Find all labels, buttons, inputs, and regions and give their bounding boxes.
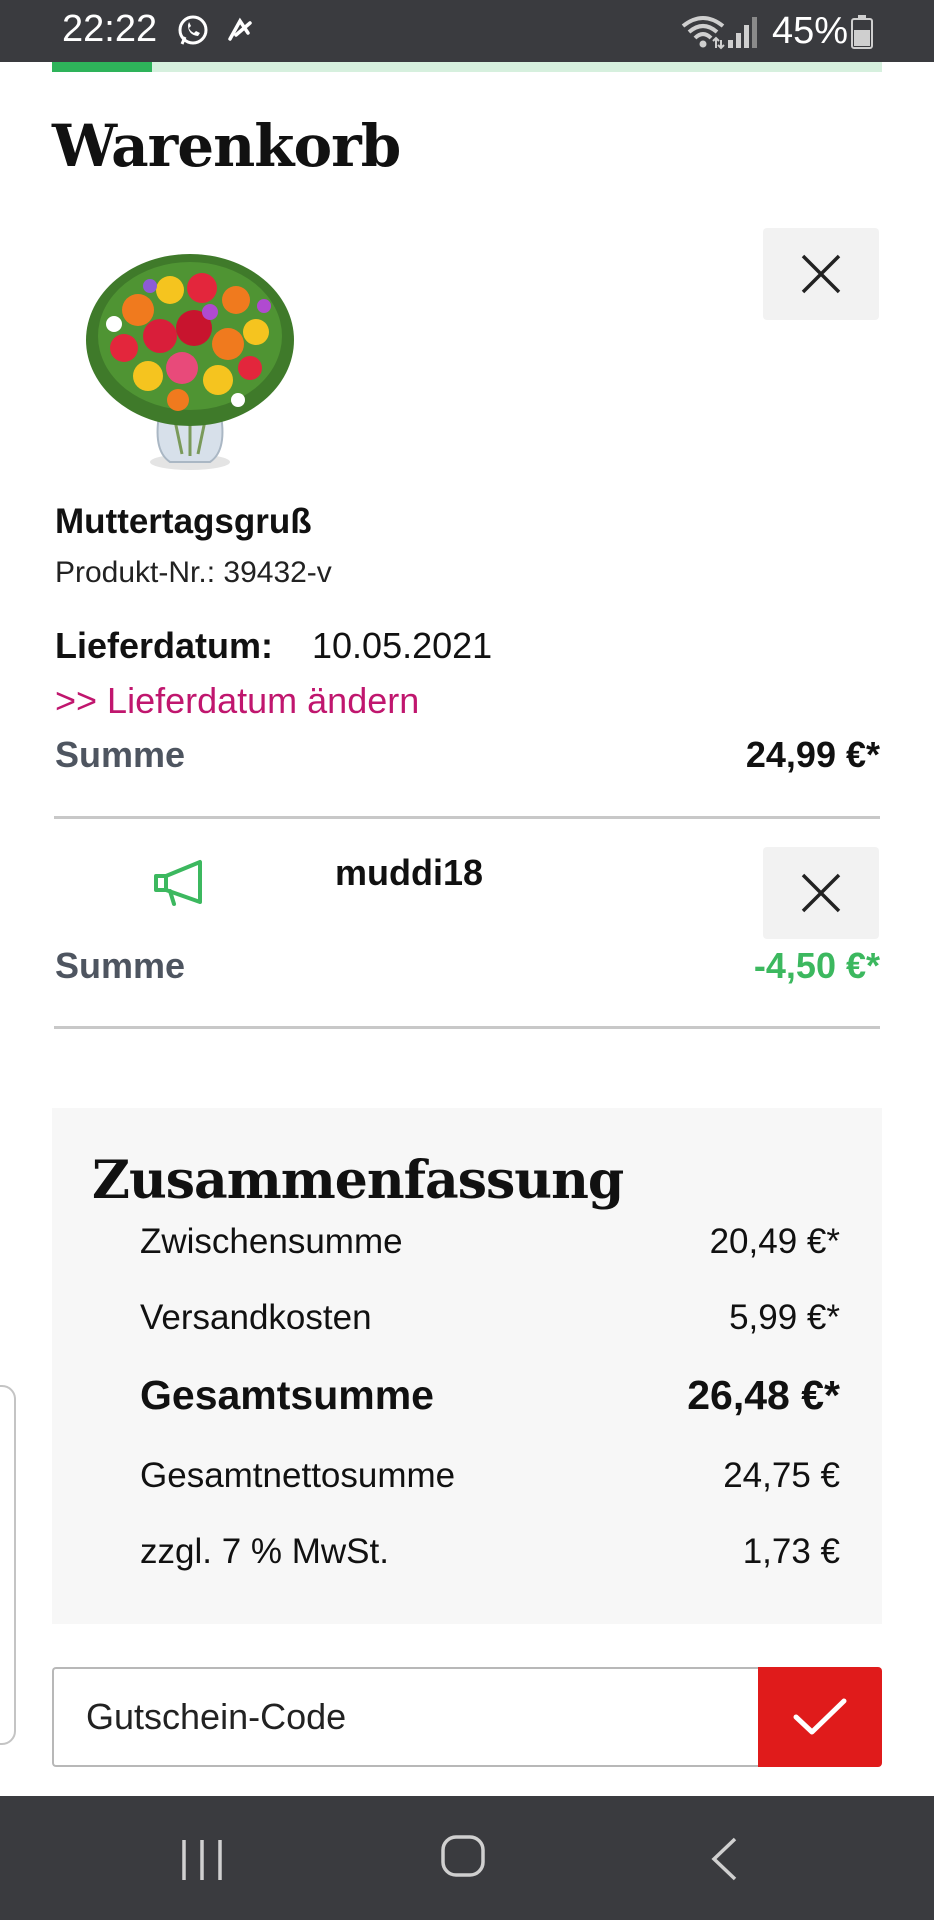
status-bar: 22:22 45%: [0, 0, 934, 62]
side-panel-handle[interactable]: [0, 1385, 16, 1745]
remove-item-button[interactable]: [763, 228, 879, 320]
checkmark-icon: [793, 1698, 847, 1735]
voucher-sum-value: -4,50 €*: [753, 945, 880, 986]
wifi-icon: [681, 16, 725, 50]
vat-value: 1,73 €: [742, 1532, 840, 1571]
whatsapp-icon: [178, 15, 208, 45]
order-summary: Zusammenfassung Zwischensumme 20,49 €* V…: [52, 1108, 882, 1624]
product-number: Produkt-Nr.: 39432-v: [55, 556, 332, 589]
voucher-code: muddi18: [335, 852, 484, 893]
signal-app-icon: [228, 17, 252, 41]
recent-apps-icon[interactable]: [180, 1838, 224, 1882]
checkout-progress-bar: [52, 62, 882, 72]
coupon-form: [52, 1667, 882, 1767]
remove-voucher-button[interactable]: [763, 847, 879, 939]
product-image-bouquet[interactable]: [78, 240, 302, 476]
divider: [54, 816, 880, 819]
apply-coupon-button[interactable]: [758, 1667, 882, 1767]
shipping-label: Versandkosten: [140, 1298, 372, 1337]
megaphone-icon: [154, 860, 212, 906]
close-icon: [801, 873, 841, 913]
shipping-value: 5,99 €*: [729, 1298, 840, 1337]
page-title: Warenkorb: [52, 112, 401, 180]
vat-label: zzgl. 7 % MwSt.: [140, 1532, 389, 1571]
total-value: 26,48 €*: [687, 1372, 840, 1418]
product-name[interactable]: Muttertagsgruß: [55, 502, 312, 542]
home-icon[interactable]: [440, 1832, 486, 1880]
system-nav-bar: [0, 1796, 934, 1920]
progress-fill: [52, 62, 152, 72]
divider: [54, 1026, 880, 1029]
delivery-date-value: 10.05.2021: [312, 625, 493, 666]
subtotal-value: 20,49 €*: [709, 1222, 840, 1261]
status-time: 22:22: [62, 8, 158, 50]
cell-signal-icon: [728, 17, 757, 48]
summary-title: Zusammenfassung: [92, 1150, 624, 1211]
back-icon[interactable]: [708, 1836, 740, 1882]
battery-icon: [851, 15, 873, 49]
total-label: Gesamtsumme: [140, 1372, 434, 1418]
net-total-value: 24,75 €: [723, 1456, 840, 1495]
subtotal-label: Zwischensumme: [140, 1222, 403, 1261]
net-total-label: Gesamtnettosumme: [140, 1456, 456, 1495]
close-icon: [801, 254, 841, 294]
item-sum-label: Summe: [55, 734, 186, 775]
item-sum-value: 24,99 €*: [745, 734, 880, 775]
battery-percent: 45%: [772, 10, 849, 52]
delivery-date-label: Lieferdatum:: [55, 625, 274, 666]
voucher-sum-label: Summe: [55, 945, 186, 986]
coupon-code-input[interactable]: [52, 1667, 758, 1767]
change-delivery-date-link[interactable]: >> Lieferdatum ändern: [55, 680, 419, 722]
